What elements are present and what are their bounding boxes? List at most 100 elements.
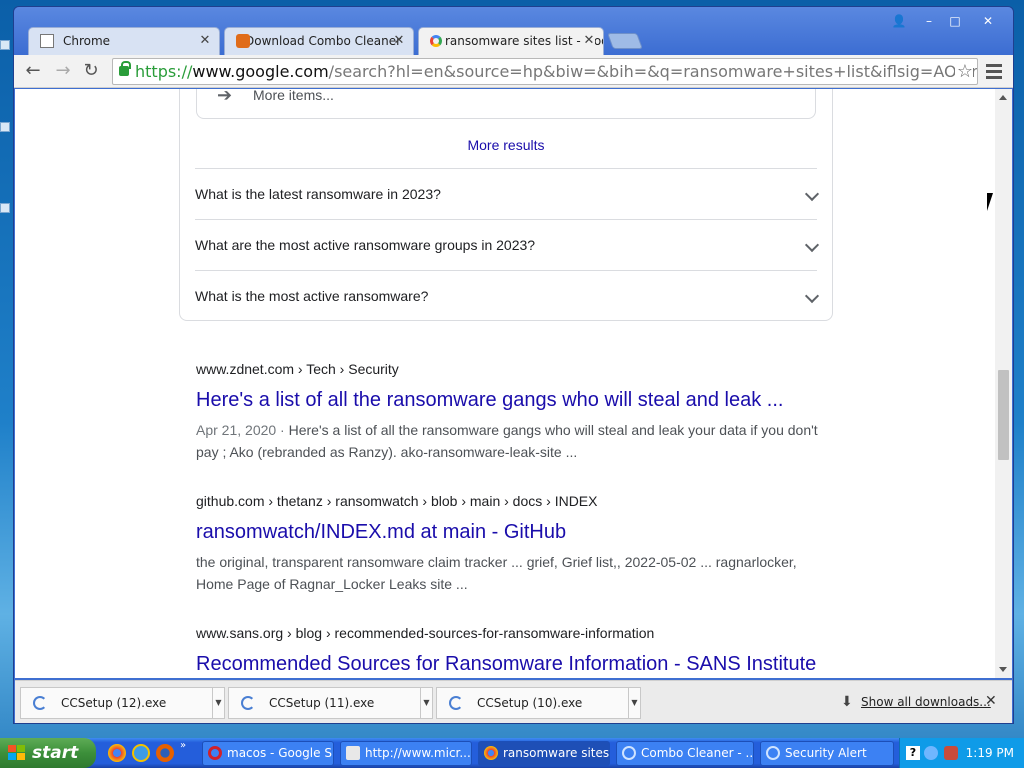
vertical-scrollbar[interactable] <box>995 89 1012 678</box>
chevron-down-icon <box>804 186 820 202</box>
menu-icon[interactable] <box>984 61 1004 81</box>
help-icon[interactable]: ? <box>906 746 920 760</box>
question-text: What are the most active ransomware grou… <box>195 237 536 253</box>
result-breadcrumb[interactable]: www.sans.org › blog › recommended-source… <box>196 623 826 643</box>
back-icon[interactable]: ← <box>22 60 44 82</box>
tab-google-search[interactable]: ransomware sites list - Googl ✕ <box>418 27 604 55</box>
chevron-down-icon[interactable]: ▼ <box>212 688 224 718</box>
more-items-row[interactable]: ➔ More items... <box>196 89 816 119</box>
combo-cleaner-icon <box>766 746 780 760</box>
taskbar-button[interactable]: Security Alert <box>760 741 894 766</box>
search-result: www.zdnet.com › Tech › Security Here's a… <box>196 359 826 463</box>
result-date: Apr 21, 2020 · <box>196 422 289 438</box>
scroll-down-icon[interactable] <box>999 667 1007 672</box>
tab-label: Download Combo Cleaner <box>245 34 402 48</box>
result-breadcrumb[interactable]: github.com › thetanz › ransomwatch › blo… <box>196 491 826 511</box>
search-result: www.sans.org › blog › recommended-source… <box>196 623 826 677</box>
taskbar-button-label: Combo Cleaner - ... <box>641 746 754 760</box>
tab-label: ransomware sites list - Googl <box>445 34 604 48</box>
ie-quicklaunch-icon[interactable] <box>132 744 150 762</box>
url-host: www.google.com <box>192 62 329 81</box>
taskbar-button[interactable]: ransomware sites... <box>478 741 610 766</box>
result-title-link[interactable]: Recommended Sources for Ransomware Infor… <box>196 651 826 677</box>
download-filename: CCSetup (12).exe <box>61 696 167 710</box>
result-breadcrumb[interactable]: www.zdnet.com › Tech › Security <box>196 359 826 379</box>
clock[interactable]: 1:19 PM <box>966 738 1014 768</box>
download-bar: CCSetup (12).exe ▼ CCSetup (11).exe ▼ CC… <box>15 680 1012 723</box>
combo-cleaner-icon <box>622 746 636 760</box>
chrome-quicklaunch-icon[interactable] <box>108 744 126 762</box>
address-bar[interactable]: https://www.google.com/search?hl=en&sour… <box>112 58 978 85</box>
chevron-right-icon[interactable]: » <box>180 740 186 751</box>
question-row[interactable]: What is the latest ransomware in 2023? <box>195 168 820 219</box>
mouse-cursor <box>987 193 999 211</box>
desktop-icon[interactable] <box>0 40 10 50</box>
profile-icon[interactable]: 👤 <box>887 12 911 30</box>
download-filename: CCSetup (11).exe <box>269 696 375 710</box>
page-icon <box>40 34 54 48</box>
toolbar: ← → ↻ https://www.google.com/search?hl=e… <box>14 55 1013 88</box>
maximize-button[interactable]: □ <box>943 12 967 30</box>
download-item[interactable]: CCSetup (11).exe ▼ <box>228 687 433 719</box>
page-content: ➔ More items... More results What is the… <box>15 89 995 678</box>
lock-icon <box>119 61 131 76</box>
result-snippet: Apr 21, 2020 · Here's a list of all the … <box>196 419 826 463</box>
question-text: What is the latest ransomware in 2023? <box>195 186 441 202</box>
star-icon[interactable]: ☆ <box>954 59 973 84</box>
start-button[interactable]: start <box>0 738 96 768</box>
download-item[interactable]: CCSetup (10).exe ▼ <box>436 687 641 719</box>
desktop-icon[interactable] <box>0 122 10 132</box>
taskbar: start » macos - Google S... http://www.m… <box>0 738 1024 768</box>
taskbar-button-label: Security Alert <box>785 746 867 760</box>
desktop-icon[interactable] <box>0 203 10 213</box>
minimize-button[interactable]: – <box>917 12 941 30</box>
tab-close-icon[interactable]: ✕ <box>583 28 595 54</box>
title-bar[interactable]: 👤 – □ ✕ Chrome ✕ Download Combo Cleaner … <box>14 7 1013 55</box>
download-item[interactable]: CCSetup (12).exe ▼ <box>20 687 225 719</box>
tab-chrome[interactable]: Chrome ✕ <box>28 27 220 55</box>
chevron-down-icon[interactable]: ▼ <box>420 688 432 718</box>
url-scheme: https:// <box>135 62 193 81</box>
chevron-down-icon <box>804 288 820 304</box>
close-icon[interactable]: ✕ <box>985 693 997 709</box>
reload-icon[interactable]: ↻ <box>80 60 102 82</box>
result-snippet-text: Here's a list of all the ransomware gang… <box>196 422 818 460</box>
system-tray: ? 1:19 PM <box>899 738 1024 768</box>
taskbar-button-label: http://www.micr... <box>365 746 471 760</box>
combo-cleaner-icon <box>236 34 250 48</box>
question-text: What is the most active ransomware? <box>195 288 429 304</box>
google-icon <box>430 35 442 47</box>
forward-icon[interactable]: → <box>52 60 74 82</box>
more-items-label: More items... <box>253 89 334 103</box>
result-snippet: the original, transparent ransomware cla… <box>196 554 797 592</box>
download-filename: CCSetup (10).exe <box>477 696 583 710</box>
arrow-left-icon[interactable] <box>924 746 938 760</box>
result-title-link[interactable]: ransomwatch/INDEX.md at main - GitHub <box>196 519 826 545</box>
scroll-thumb[interactable] <box>998 370 1009 460</box>
firefox-quicklaunch-icon[interactable] <box>156 744 174 762</box>
network-icon[interactable] <box>944 746 958 760</box>
start-label: start <box>32 743 79 763</box>
close-window-button[interactable]: ✕ <box>976 12 1000 30</box>
chrome-icon <box>484 746 498 760</box>
result-title-link[interactable]: Here's a list of all the ransomware gang… <box>196 387 826 413</box>
search-result: github.com › thetanz › ransomwatch › blo… <box>196 491 826 595</box>
scroll-up-icon[interactable] <box>999 95 1007 100</box>
taskbar-button[interactable]: macos - Google S... <box>202 741 334 766</box>
new-tab-button[interactable] <box>607 33 643 49</box>
chevron-down-icon[interactable]: ▼ <box>628 688 640 718</box>
loading-icon <box>241 696 255 710</box>
taskbar-button[interactable]: http://www.micr... <box>340 741 472 766</box>
show-all-downloads-link[interactable]: ⬇ Show all downloads... <box>841 694 991 710</box>
show-all-label: Show all downloads... <box>861 695 991 709</box>
opera-icon <box>208 746 222 760</box>
tab-close-icon[interactable]: ✕ <box>393 28 405 54</box>
question-row[interactable]: What is the most active ransomware? <box>195 270 820 321</box>
question-row[interactable]: What are the most active ransomware grou… <box>195 219 820 270</box>
taskbar-button[interactable]: Combo Cleaner - ... <box>616 741 754 766</box>
arrow-right-icon: ➔ <box>217 89 233 105</box>
taskbar-button-label: macos - Google S... <box>227 746 334 760</box>
tab-combo-cleaner[interactable]: Download Combo Cleaner ✕ <box>224 27 414 55</box>
tab-close-icon[interactable]: ✕ <box>199 28 211 54</box>
more-results-link[interactable]: More results <box>179 137 833 153</box>
